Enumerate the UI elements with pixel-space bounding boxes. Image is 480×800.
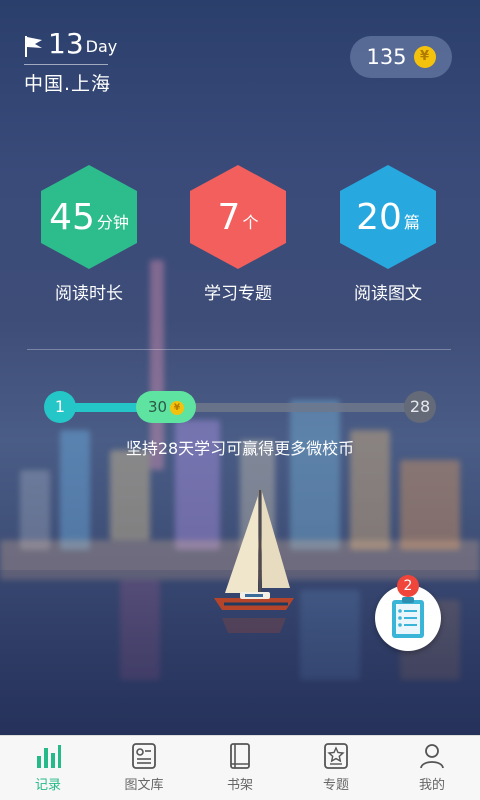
app-screen: 13 Day 中国.上海 135 ¥ 45 分钟 阅读时长 7 个 学习专题 2… [0,0,480,800]
stat-articles[interactable]: 20 篇 阅读图文 [318,165,458,304]
location-text: 中国.上海 [24,73,112,95]
progress-caption: 坚持28天学习可赢得更多微校币 [125,439,355,458]
progress-start-node: 1 [44,391,76,423]
stats-section: 45 分钟 阅读时长 7 个 学习专题 20 篇 阅读图文 [0,165,480,305]
streak-progress-bar: 1 30 ¥ 28 [44,391,436,423]
day-count: 13 [48,27,84,60]
progress-current-value: 30 [147,398,168,416]
progress-end-node: 28 [404,391,436,423]
day-suffix: Day [85,37,118,56]
day-counter: 13 Day 中国.上海 [24,30,117,96]
coin-icon: ¥ [413,46,436,68]
tab-records[interactable]: 记录 [0,736,96,800]
flag-icon [25,36,42,57]
article-icon [132,743,156,769]
stat-unit: 分钟 [96,213,129,232]
tab-profile[interactable]: 我的 [384,736,480,800]
coin-icon: ¥ [170,400,185,415]
section-divider [27,349,451,350]
coin-balance-button[interactable]: 135 ¥ [350,36,452,78]
notification-badge: 2 [397,575,419,597]
stat-label: 学习专题 [204,284,272,304]
stat-topics[interactable]: 7 个 学习专题 [168,165,308,304]
progress-current-node: 30 ¥ [136,391,196,423]
bar-chart-icon [37,745,61,768]
hexagon-badge: 45 分钟 [41,165,137,269]
tab-label: 图文库 [124,778,164,793]
tab-topics[interactable]: 专题 [288,736,384,800]
sailboat-illustration [214,490,294,633]
stat-label: 阅读图文 [354,284,422,304]
book-icon [230,743,250,769]
hexagon-badge: 7 个 [190,165,286,269]
stat-value: 45 [49,196,95,238]
clipboard-icon [392,597,424,638]
star-doc-icon [324,743,348,769]
user-icon [420,744,444,769]
stat-value: 7 [217,196,241,238]
bottom-tab-bar: 记录 图文库 书架 专题 我的 [0,735,480,800]
stat-value: 20 [356,196,402,238]
tab-label: 书架 [226,778,253,793]
hexagon-badge: 20 篇 [340,165,436,269]
tab-article-library[interactable]: 图文库 [96,736,192,800]
tab-bookshelf[interactable]: 书架 [192,736,288,800]
coin-balance-value: 135 [366,45,407,69]
tab-label: 专题 [322,778,349,793]
header-divider [24,64,108,65]
tab-label: 记录 [34,778,61,793]
stat-label: 阅读时长 [55,284,123,304]
stat-reading-time[interactable]: 45 分钟 阅读时长 [19,165,159,304]
tab-label: 我的 [418,778,445,793]
stat-unit: 个 [242,213,259,232]
stat-unit: 篇 [403,213,420,232]
